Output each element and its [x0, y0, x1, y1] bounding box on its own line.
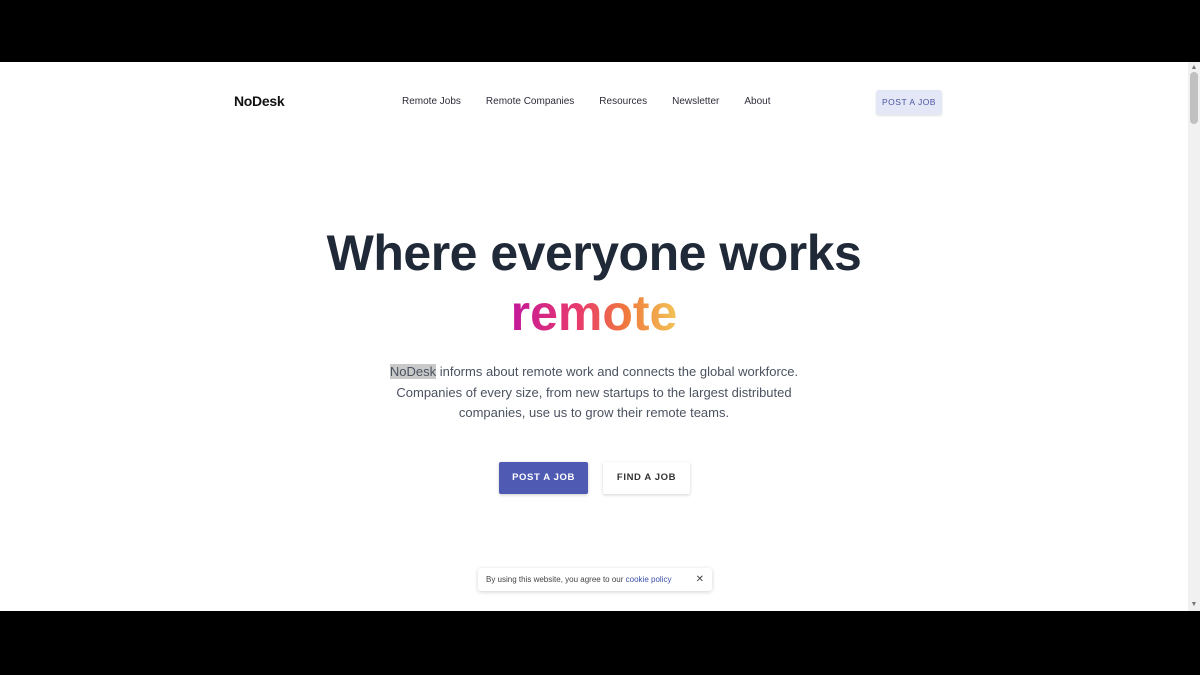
letterbox-top — [0, 0, 1200, 62]
hero-accent-word: remote — [0, 282, 1188, 344]
description-line-3: companies, use us to grow their remote t… — [458, 405, 730, 420]
nav-item-remote-companies[interactable]: Remote Companies — [486, 96, 574, 107]
scroll-thumb[interactable] — [1190, 72, 1198, 124]
hero-title: Where everyone works — [326, 225, 862, 281]
description-line-1: NoDesk informs about remote work and con… — [0, 362, 1188, 383]
description-line-2: Companies of every size, from new startu… — [396, 384, 792, 400]
close-icon[interactable]: ✕ — [696, 568, 704, 591]
cookie-policy-link[interactable]: cookie policy — [626, 575, 672, 584]
cookie-text: By using this website, you agree to our — [486, 575, 626, 584]
header-post-job-button[interactable]: POST A JOB — [876, 90, 942, 115]
nav-item-newsletter[interactable]: Newsletter — [672, 96, 719, 107]
scrollbar[interactable]: ▲ ▼ — [1188, 62, 1200, 611]
description-line-1-rest: informs about remote work and connects t… — [436, 364, 799, 379]
selected-text: NoDesk — [389, 364, 437, 379]
browser-viewport: NoDesk Remote Jobs Remote Companies Reso… — [0, 62, 1200, 611]
main-nav: Remote Jobs Remote Companies Resources N… — [402, 96, 796, 107]
cookie-banner: By using this website, you agree to our … — [478, 568, 712, 591]
letterbox-bottom — [0, 611, 1200, 675]
scroll-down-arrow-icon[interactable]: ▼ — [1188, 599, 1200, 611]
nav-item-resources[interactable]: Resources — [599, 96, 647, 107]
site-logo[interactable]: NoDesk — [234, 93, 285, 109]
nav-item-remote-jobs[interactable]: Remote Jobs — [402, 96, 461, 107]
nav-item-about[interactable]: About — [744, 96, 770, 107]
hero-description: NoDesk informs about remote work and con… — [0, 362, 1188, 424]
post-job-button[interactable]: POST A JOB — [499, 462, 588, 494]
hero-accent-text: remote — [510, 285, 678, 341]
find-job-button[interactable]: FIND A JOB — [603, 462, 690, 494]
